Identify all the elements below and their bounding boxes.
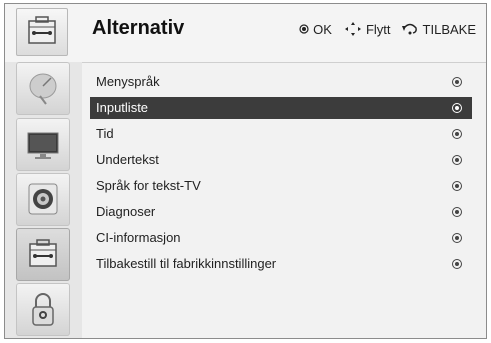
menu-window: Alternativ OK Flytt TILBAKE Menyspråk In… (4, 3, 487, 339)
menu-item-5[interactable]: Diagnoser (90, 201, 472, 223)
menu-header: Alternativ OK Flytt TILBAKE (5, 4, 486, 63)
radio-icon (452, 207, 462, 217)
sidebar-item-options[interactable] (16, 228, 70, 281)
menu-item-2[interactable]: Tid (90, 123, 472, 145)
menu-item-1[interactable]: Inputliste (90, 97, 472, 119)
menu-item-label: Tilbakestill til fabrikkinnstillinger (96, 256, 277, 271)
menu-item-label: Menyspråk (96, 74, 160, 89)
menu-item-3[interactable]: Undertekst (90, 149, 472, 171)
menu-item-label: Tid (96, 126, 114, 141)
menu-item-label: Språk for tekst-TV (96, 178, 201, 193)
radio-icon (452, 155, 462, 165)
sidebar-item-sound[interactable] (16, 173, 70, 226)
radio-icon (452, 129, 462, 139)
toolbox-icon (29, 239, 57, 267)
sidebar (5, 62, 82, 338)
move-label: Flytt (365, 21, 391, 37)
radio-icon (452, 103, 462, 113)
menu-item-7[interactable]: Tilbakestill til fabrikkinnstillinger (90, 253, 472, 275)
page-title: Alternativ (92, 17, 185, 39)
tv-screen-icon (27, 132, 59, 159)
back-label: TILBAKE (422, 21, 476, 37)
toolbox-icon (16, 8, 68, 56)
button-legend: OK Flytt TILBAKE (299, 21, 476, 37)
radio-icon (452, 233, 462, 243)
sidebar-item-lock[interactable] (16, 283, 70, 336)
menu-item-4[interactable]: Språk for tekst-TV (90, 175, 472, 197)
satellite-dish-icon (29, 73, 57, 105)
menu-item-label: Diagnoser (96, 204, 156, 219)
padlock-icon (32, 293, 54, 326)
menu-item-0[interactable]: Menyspråk (90, 71, 472, 93)
back-icon (401, 23, 417, 35)
menu-item-label: Inputliste (96, 100, 149, 115)
sidebar-item-satellite[interactable] (16, 62, 70, 115)
sidebar-item-picture[interactable] (16, 118, 70, 171)
menu-item-6[interactable]: CI-informasjon (90, 227, 472, 249)
menu-item-label: CI-informasjon (96, 230, 181, 245)
ok-label: OK (313, 21, 332, 37)
radio-icon (452, 181, 462, 191)
move-arrows-icon (344, 22, 361, 36)
radio-icon (452, 77, 462, 87)
menu-item-label: Undertekst (96, 152, 159, 167)
radio-icon (452, 259, 462, 269)
ok-button-icon (299, 24, 309, 34)
speaker-icon (28, 183, 58, 215)
